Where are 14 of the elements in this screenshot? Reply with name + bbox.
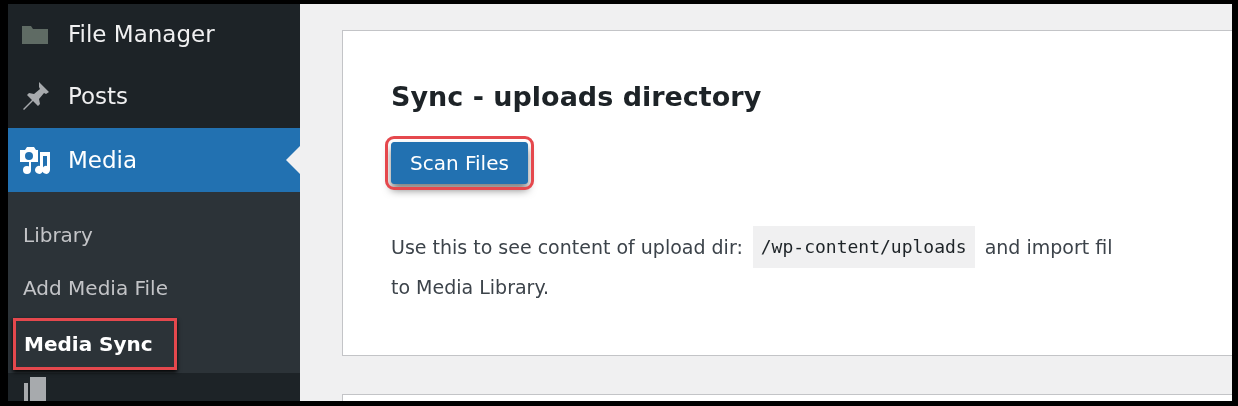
menu-label: File Manager: [68, 21, 215, 47]
submenu-item[interactable]: Add Media File: [8, 261, 300, 314]
submenu-item[interactable]: Library: [8, 208, 300, 261]
submenu-item[interactable]: Media Sync: [13, 318, 177, 370]
menu-label: Posts: [68, 83, 129, 109]
menu-item[interactable]: Media: [8, 128, 300, 192]
menu-label: Media: [68, 147, 138, 173]
section-title: Sync - uploads directory: [391, 81, 763, 112]
path-code: /wp-content/uploads: [752, 226, 975, 268]
description-text: and import fil: [984, 235, 1113, 260]
description-text: to Media Library.: [391, 275, 549, 300]
menu-item[interactable]: Posts: [8, 64, 300, 128]
menu-item[interactable]: File Manager: [8, 4, 300, 64]
description-text: Use this to see content of upload dir:: [391, 235, 743, 260]
